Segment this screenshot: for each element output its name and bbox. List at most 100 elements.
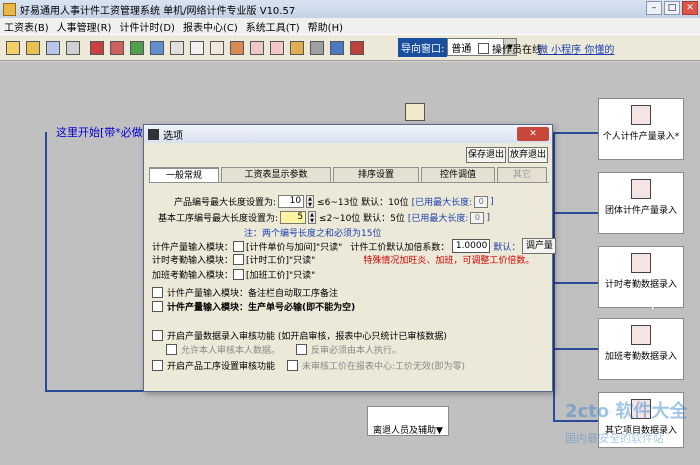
clock-icon[interactable] (167, 38, 186, 58)
options-dialog: 选项 ✕ 保存退出 放弃退出 一般常规 工资表显示参数 排序设置 控件调值 其它… (143, 124, 557, 392)
edit-icon[interactable] (247, 38, 266, 58)
edit-icon (631, 179, 651, 199)
piece-readonly-checkbox[interactable] (233, 240, 245, 252)
open-icon[interactable] (3, 38, 22, 58)
operator-online-checkbox[interactable] (478, 43, 489, 54)
operator-online-label: 操作员在线 (492, 45, 542, 56)
menu-bar: 工资表(B) 人事管理(R) 计件计时(D) 报表中心(C) 系统工具(T) 帮… (0, 18, 700, 34)
menu-payroll[interactable]: 工资表(B) (0, 19, 53, 34)
team-piece-entry-button[interactable]: 团体计件产量录入 (598, 172, 684, 234)
process-audit-checkbox[interactable] (152, 360, 163, 371)
process-length-input[interactable]: 5 (280, 211, 307, 224)
edit2-icon[interactable] (267, 38, 286, 58)
edit-icon (631, 105, 651, 125)
retired-staff-label: 离退人员及辅助▼ (373, 426, 443, 436)
piece-factor-default: 默认： (493, 242, 521, 253)
operator-online-check[interactable]: 操作员在线 (478, 41, 542, 56)
menu-tools[interactable]: 系统工具(T) (242, 19, 304, 34)
flow-node-icon (405, 103, 425, 121)
spin-arrows-icon[interactable]: ▲ ▼ (308, 211, 317, 224)
tab-payroll-display[interactable]: 工资表显示参数 (221, 167, 331, 182)
grid-icon[interactable] (63, 38, 82, 58)
watermark-text: 国内最安全的软件站 (565, 432, 664, 445)
doc-icon[interactable] (187, 38, 206, 58)
process-length-hint: ≤2~10位 默认：5位 (319, 214, 405, 224)
unaudited-checkbox[interactable] (287, 360, 299, 371)
process-length-row: 基本工序编号最大长度设置为: 5 ▲ ▼ ≤2~10位 默认：5位 [已用最大长度… (158, 211, 490, 224)
tab-other[interactable]: 其它 (497, 167, 547, 182)
piece-factor-label: 计件工价默认加倍系数： (350, 242, 450, 253)
maximize-button[interactable]: □ (664, 1, 680, 15)
required-row: 计件产量输入模块：生产单号必输(即不能为空) (152, 300, 355, 313)
piece-factor-input[interactable]: 1.0000 (452, 239, 491, 253)
auto-fill-row: 计件产量输入模块：备注栏自动取工序备注 (152, 286, 338, 299)
tab-sorting[interactable]: 排序设置 (333, 167, 419, 182)
audit-reverse-label: 反审必须由本人执行。 (311, 346, 402, 356)
overtime-attendance-entry-button[interactable]: 加班考勤数据录入 (598, 318, 684, 380)
retired-staff-button[interactable]: 离退人员及辅助▼ (367, 406, 449, 436)
piece-input-label: 计件产量输入模块： (152, 242, 234, 253)
window-title: 好易通用人事计件工资管理系统 单机/网络计件专业版 V10.57 (20, 5, 296, 17)
dialog-title-bar: 选项 (144, 125, 552, 143)
minimize-button[interactable]: – (646, 1, 662, 15)
overtime-attendance-entry-label: 加班考勤数据录入 (604, 352, 677, 362)
product-used-max-label: [已用最大长度: (411, 198, 473, 208)
tab-general[interactable]: 一般常规 (149, 167, 219, 182)
menu-piecework[interactable]: 计件计时(D) (115, 19, 179, 34)
stamp-icon[interactable] (227, 38, 246, 58)
overtime-input-label: 加班考勤输入模块： (152, 271, 234, 281)
process-used-max-label: [已用最大长度: (407, 214, 469, 224)
doc2-icon[interactable] (207, 38, 226, 58)
audit-row: 开启产量数据录入审核功能 (如开启审核，报表中心只统计已审核数据) (152, 329, 447, 342)
close-button[interactable]: ✕ (682, 1, 698, 15)
menu-personnel[interactable]: 人事管理(R) (53, 19, 116, 34)
audit-self-checkbox[interactable] (166, 344, 177, 355)
auto-fill-label: 计件产量输入模块：备注栏自动取工序备注 (167, 289, 339, 299)
timing-readonly-label: [计时工价]"只读" (246, 256, 316, 266)
individual-piece-entry-button[interactable]: 个人计件产量录入* (598, 98, 684, 160)
overtime-input-row: 加班考勤输入模块： [加班工价]"只读" (152, 268, 315, 281)
nav-window-value: 普通 (451, 43, 472, 55)
exit-icon[interactable] (347, 38, 366, 58)
flow-line (45, 132, 47, 392)
folder-icon[interactable] (23, 38, 42, 58)
menu-help[interactable]: 帮助(H) (304, 19, 347, 34)
dialog-close-button[interactable]: ✕ (517, 127, 549, 141)
required-checkbox[interactable] (152, 301, 163, 312)
start-here-text: 这里开始[带*必做 (56, 126, 143, 139)
audit-self-label: 允许本人审核本人数据。 (181, 346, 281, 356)
flow-line (553, 282, 598, 284)
product-length-row: 产品编号最大长度设置为: 10 ▲ ▼ ≤6~13位 默认：10位 [已用最大长度… (174, 195, 494, 208)
flow-line (553, 132, 555, 422)
wechat-mini-program-link[interactable]: 微 小程序 你懂的 (538, 41, 614, 56)
piece-readonly-label: [计件单价与加间]"只读" (246, 242, 343, 253)
audit-checkbox[interactable] (152, 330, 163, 341)
bracket-close: ] (486, 212, 490, 223)
timing-attendance-entry-button[interactable]: 计时考勤数据录入 (598, 246, 684, 308)
spin-arrows-icon[interactable]: ▲ ▼ (306, 195, 315, 208)
money-icon[interactable] (287, 38, 306, 58)
product-length-input[interactable]: 10 (278, 195, 305, 208)
audit-reverse-checkbox[interactable] (296, 344, 308, 355)
cancel-exit-button[interactable]: 放弃退出 (508, 147, 548, 163)
overtime-readonly-checkbox[interactable] (233, 269, 245, 280)
menu-reports[interactable]: 报表中心(C) (179, 19, 242, 34)
app-icon (3, 2, 16, 16)
settings-icon[interactable] (307, 38, 326, 58)
process-audit-label: 开启产品工序设置审核功能 (167, 362, 276, 372)
timing-readonly-checkbox[interactable] (233, 254, 245, 265)
options-tabs: 一般常规 工资表显示参数 排序设置 控件调值 其它 (149, 167, 549, 183)
group-icon[interactable] (127, 38, 146, 58)
calendar-icon[interactable] (147, 38, 166, 58)
export-icon[interactable] (327, 38, 346, 58)
save-exit-button[interactable]: 保存退出 (466, 147, 506, 163)
adjust-output-button[interactable]: 调产量 (522, 238, 557, 254)
flow-line (553, 132, 598, 134)
report-icon[interactable] (43, 38, 62, 58)
timing-input-row: 计时考勤输入模块： [计时工价]"只读" 特殊情况加旺炎、加班，可调整工价倍数。 (152, 253, 534, 266)
auto-fill-checkbox[interactable] (152, 287, 163, 298)
tab-control-values[interactable]: 控件调值 (421, 167, 495, 182)
user-edit-icon[interactable] (107, 38, 126, 58)
process-used-max-value: 0 (470, 211, 485, 224)
user-icon[interactable] (87, 38, 106, 58)
